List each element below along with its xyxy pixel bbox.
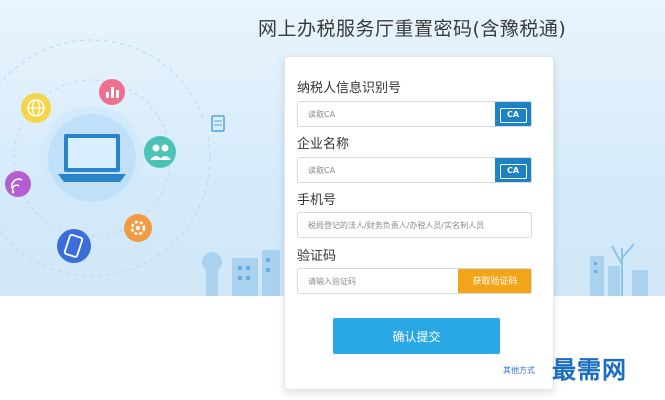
other-methods-link[interactable]: 其他方式 [503, 365, 535, 376]
captcha-placeholder: 请输入验证码 [308, 277, 356, 286]
phone-placeholder: 税局登记的法人/财务负责人/办税人员/实名制人员 [308, 221, 485, 230]
company-name-input[interactable]: 读取CA CA [297, 157, 532, 183]
get-captcha-button[interactable]: 获取验证码 [458, 269, 531, 293]
ca-card-icon: CA [499, 107, 527, 123]
ca-card-icon: CA [499, 163, 527, 179]
taxpayer-id-input[interactable]: 读取CA CA [297, 101, 532, 127]
submit-button[interactable]: 确认提交 [333, 318, 500, 354]
phone-label: 手机号 [297, 193, 337, 208]
reset-password-form: 纳税人信息识别号 读取CA CA 企业名称 读取CA CA 手机号 税局登记的法… [284, 56, 554, 390]
captcha-input[interactable]: 请输入验证码 获取验证码 [297, 268, 532, 294]
company-name-read-ca-button[interactable]: CA [495, 158, 531, 182]
captcha-label: 验证码 [297, 249, 337, 264]
company-name-label: 企业名称 [297, 137, 350, 152]
taxpayer-id-label: 纳税人信息识别号 [297, 81, 402, 96]
taxpayer-id-placeholder: 读取CA [308, 110, 336, 119]
watermark: 最需网 [552, 355, 627, 384]
phone-input[interactable]: 税局登记的法人/财务负责人/办税人员/实名制人员 [297, 212, 532, 238]
taxpayer-id-read-ca-button[interactable]: CA [495, 102, 531, 126]
company-name-placeholder: 读取CA [308, 166, 336, 175]
